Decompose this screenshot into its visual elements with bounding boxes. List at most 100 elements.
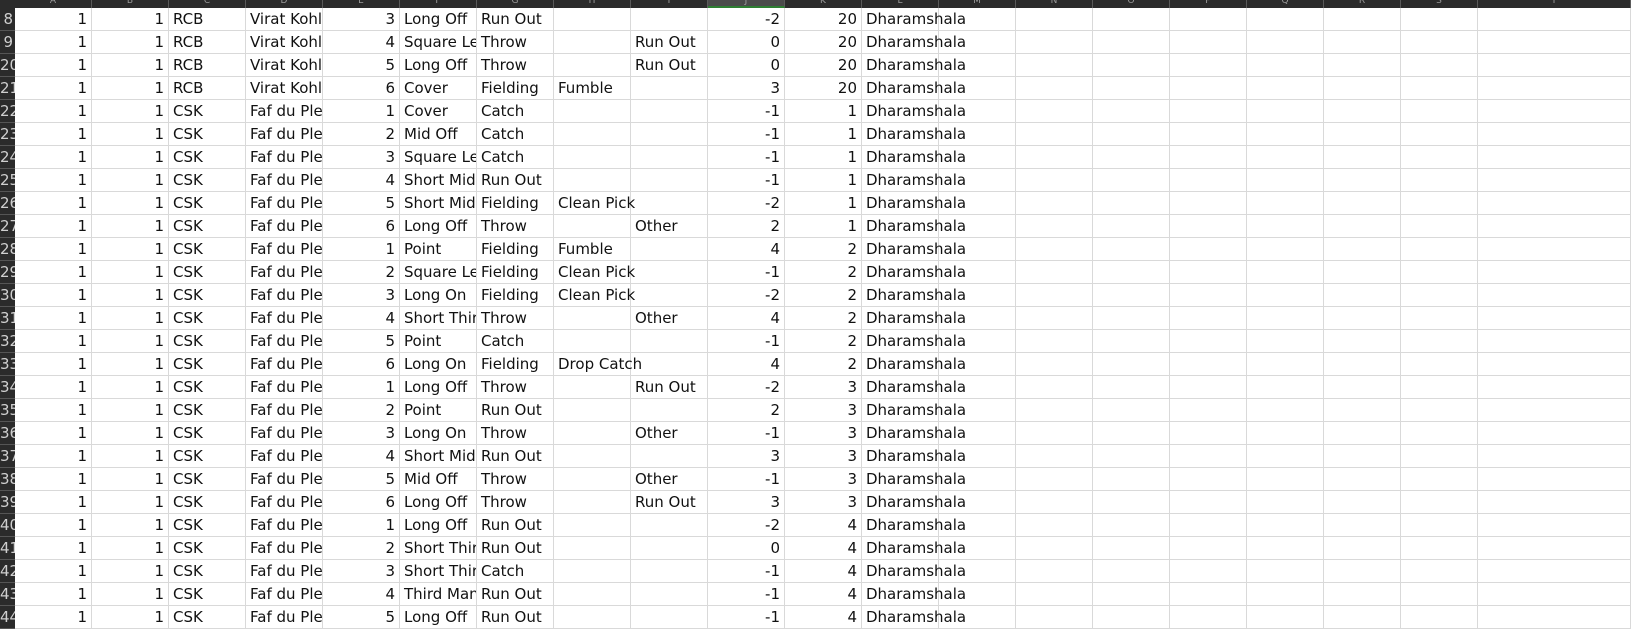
cell-k[interactable]: 3 (785, 491, 862, 514)
cell-a[interactable]: 1 (15, 54, 92, 77)
cell-o[interactable] (1093, 330, 1170, 353)
cell-q[interactable] (1247, 422, 1324, 445)
cell-m[interactable] (939, 215, 1016, 238)
cell-l[interactable]: Dharamshala (862, 100, 966, 123)
cell-s[interactable] (1401, 330, 1478, 353)
cell-n[interactable] (1016, 31, 1093, 54)
cell-d[interactable]: Faf du Plessis (246, 514, 323, 537)
cell-i[interactable] (631, 8, 708, 31)
cell-l[interactable]: Dharamshala (862, 261, 966, 284)
cell-n[interactable] (1016, 54, 1093, 77)
cell-a[interactable]: 1 (15, 169, 92, 192)
cell-h[interactable] (554, 445, 631, 468)
cell-d[interactable]: Faf du Plessis (246, 123, 323, 146)
cell-c[interactable]: CSK (169, 284, 246, 307)
cell-m[interactable] (939, 284, 1016, 307)
cell-e[interactable]: 3 (323, 146, 400, 169)
cell-g[interactable]: Fielding (477, 353, 554, 376)
cell-q[interactable] (1247, 123, 1324, 146)
cell-p[interactable] (1170, 468, 1247, 491)
cell-e[interactable]: 1 (323, 100, 400, 123)
cell-c[interactable]: CSK (169, 491, 246, 514)
column-header-i[interactable]: I (631, 0, 708, 8)
cell-g[interactable]: Run Out (477, 8, 554, 31)
cell-a[interactable]: 1 (15, 77, 92, 100)
cell-m[interactable] (939, 422, 1016, 445)
column-header-c[interactable]: C (169, 0, 246, 8)
cell-o[interactable] (1093, 123, 1170, 146)
cell-g[interactable]: Throw (477, 31, 554, 54)
cell-h[interactable] (554, 376, 631, 399)
cell-d[interactable]: Faf du Plessis (246, 330, 323, 353)
cell-m[interactable] (939, 537, 1016, 560)
cell-t[interactable] (1478, 54, 1631, 77)
cell-q[interactable] (1247, 54, 1324, 77)
cell-j[interactable]: -2 (708, 376, 785, 399)
cell-m[interactable] (939, 238, 1016, 261)
cell-m[interactable] (939, 491, 1016, 514)
cell-g[interactable]: Run Out (477, 606, 554, 629)
cell-p[interactable] (1170, 606, 1247, 629)
cell-b[interactable]: 1 (92, 399, 169, 422)
cell-c[interactable]: CSK (169, 215, 246, 238)
cell-j[interactable]: 2 (708, 215, 785, 238)
cell-g[interactable]: Fielding (477, 77, 554, 100)
cell-f[interactable]: Mid Off (400, 123, 477, 146)
cell-k[interactable]: 20 (785, 77, 862, 100)
cell-i[interactable] (631, 77, 708, 100)
cell-b[interactable]: 1 (92, 31, 169, 54)
cell-k[interactable]: 20 (785, 8, 862, 31)
cell-o[interactable] (1093, 307, 1170, 330)
column-header-a[interactable]: A (15, 0, 92, 8)
cell-d[interactable]: Faf du Plessis (246, 353, 323, 376)
cell-q[interactable] (1247, 192, 1324, 215)
cell-d[interactable]: Virat Kohli (246, 77, 323, 100)
cell-a[interactable]: 1 (15, 330, 92, 353)
cell-q[interactable] (1247, 560, 1324, 583)
cell-s[interactable] (1401, 215, 1478, 238)
cell-j[interactable]: -2 (708, 514, 785, 537)
cell-j[interactable]: -1 (708, 146, 785, 169)
cell-s[interactable] (1401, 146, 1478, 169)
cell-c[interactable]: CSK (169, 514, 246, 537)
cell-d[interactable]: Virat Kohli (246, 8, 323, 31)
cell-t[interactable] (1478, 261, 1631, 284)
cell-e[interactable]: 1 (323, 238, 400, 261)
row-header[interactable]: 43 (0, 583, 15, 606)
cell-l[interactable]: Dharamshala (862, 307, 966, 330)
cell-m[interactable] (939, 353, 1016, 376)
cell-r[interactable] (1324, 54, 1401, 77)
cell-o[interactable] (1093, 192, 1170, 215)
cell-o[interactable] (1093, 215, 1170, 238)
cell-c[interactable]: CSK (169, 353, 246, 376)
cell-m[interactable] (939, 146, 1016, 169)
cell-r[interactable] (1324, 215, 1401, 238)
cell-c[interactable]: CSK (169, 583, 246, 606)
cell-i[interactable] (631, 330, 708, 353)
cell-p[interactable] (1170, 376, 1247, 399)
cell-a[interactable]: 1 (15, 514, 92, 537)
cell-n[interactable] (1016, 330, 1093, 353)
cell-i[interactable] (631, 192, 708, 215)
cell-i[interactable] (631, 238, 708, 261)
cell-m[interactable] (939, 123, 1016, 146)
cell-r[interactable] (1324, 583, 1401, 606)
cell-a[interactable]: 1 (15, 560, 92, 583)
cell-k[interactable]: 20 (785, 31, 862, 54)
cell-p[interactable] (1170, 192, 1247, 215)
cell-f[interactable]: Long On (400, 422, 477, 445)
cell-f[interactable]: Mid Off (400, 468, 477, 491)
cell-f[interactable]: Long Off (400, 215, 477, 238)
cell-e[interactable]: 2 (323, 537, 400, 560)
cell-j[interactable]: -1 (708, 560, 785, 583)
cell-l[interactable]: Dharamshala (862, 31, 966, 54)
cell-t[interactable] (1478, 330, 1631, 353)
cell-o[interactable] (1093, 8, 1170, 31)
cell-l[interactable]: Dharamshala (862, 215, 966, 238)
column-header-g[interactable]: G (477, 0, 554, 8)
cell-r[interactable] (1324, 330, 1401, 353)
cell-m[interactable] (939, 307, 1016, 330)
cell-e[interactable]: 2 (323, 399, 400, 422)
cell-b[interactable]: 1 (92, 77, 169, 100)
cell-l[interactable]: Dharamshala (862, 238, 966, 261)
